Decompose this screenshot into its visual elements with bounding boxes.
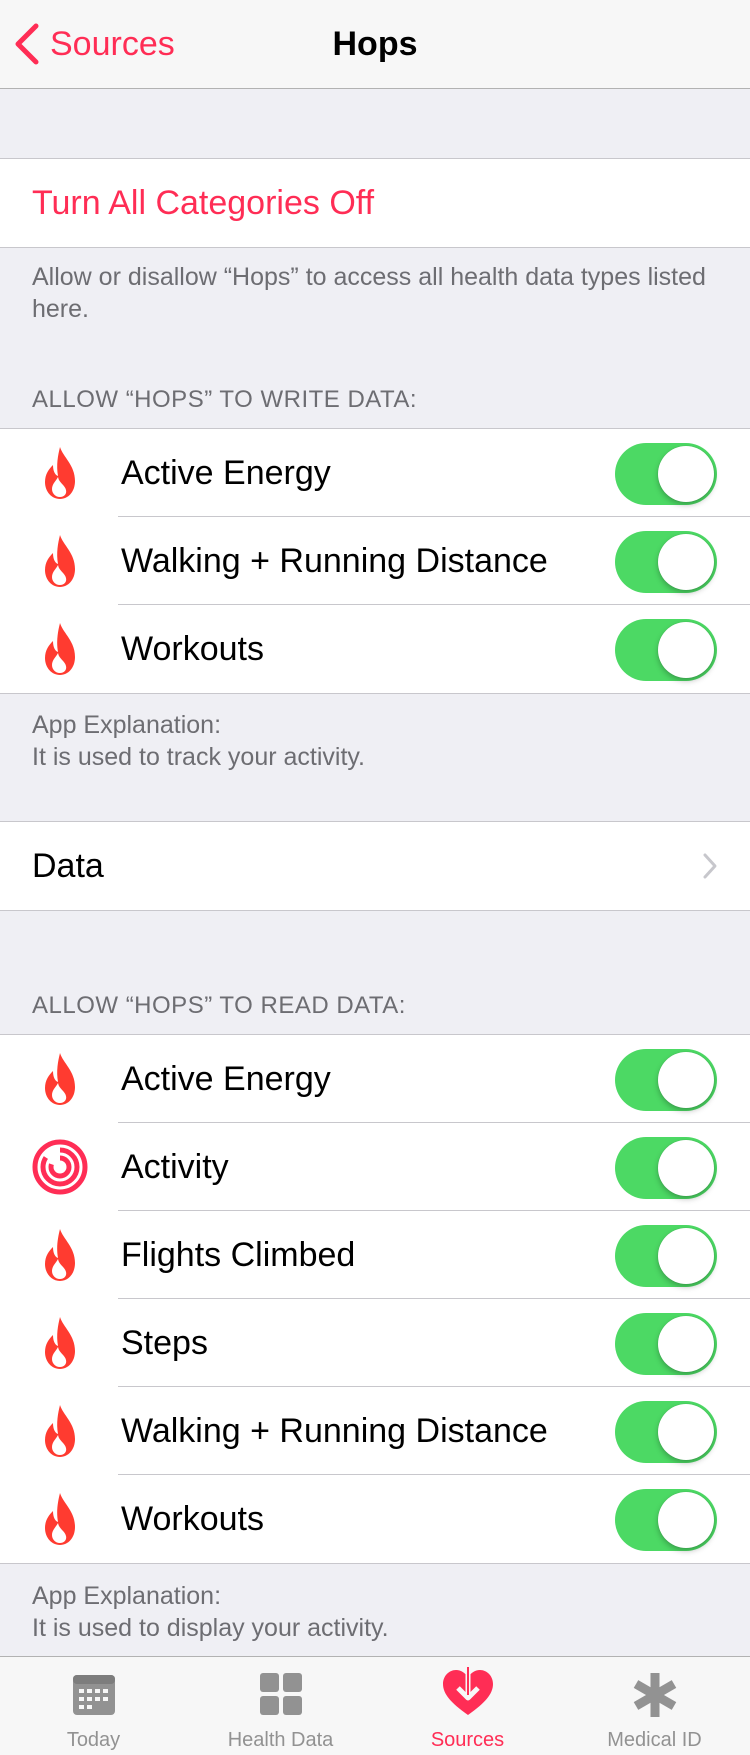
grid-icon bbox=[259, 1673, 302, 1715]
toggle-knob bbox=[658, 534, 714, 590]
write-footer-text: It is used to track your activity. bbox=[32, 743, 365, 771]
write-permission-row-label: Workouts bbox=[121, 630, 264, 668]
write-permission-toggle[interactable] bbox=[615, 619, 717, 681]
read-permission-toggle[interactable] bbox=[615, 1313, 717, 1375]
tab-bar: Today Health Data Sources Medical ID bbox=[0, 1656, 750, 1755]
write-permission-row: Workouts bbox=[0, 605, 750, 693]
tab-sources[interactable]: Sources bbox=[374, 1657, 561, 1755]
tab-sources-label: Sources bbox=[430, 1729, 505, 1751]
toggle-knob bbox=[658, 1404, 714, 1460]
page-title: Hops bbox=[332, 25, 418, 63]
write-section-header: ALLOW “HOPS” TO WRITE DATA: bbox=[32, 386, 418, 413]
asterisk-icon bbox=[633, 1673, 676, 1717]
write-permission-toggle[interactable] bbox=[615, 531, 717, 593]
turn-off-footer: Allow or disallow “Hops” to access all h… bbox=[32, 263, 706, 323]
toggle-knob bbox=[658, 1316, 714, 1372]
tab-health-data-label: Health Data bbox=[227, 1729, 334, 1751]
read-footer-title: App Explanation: bbox=[32, 1582, 222, 1610]
read-permission-row-label: Walking + Running Distance bbox=[121, 1412, 548, 1450]
toggle-knob bbox=[658, 1052, 714, 1108]
flame-icon bbox=[28, 443, 92, 503]
read-permission-toggle[interactable] bbox=[615, 1225, 717, 1287]
read-footer-text: It is used to display your activity. bbox=[32, 1614, 389, 1642]
toggle-knob bbox=[658, 1228, 714, 1284]
read-permission-row-label: Workouts bbox=[121, 1500, 264, 1538]
chevron-right-icon bbox=[703, 853, 717, 879]
tab-health-data[interactable]: Health Data bbox=[187, 1657, 374, 1755]
data-row[interactable]: Data bbox=[0, 822, 750, 910]
read-permissions-list: Active Energy Activity Flights Climbed Step… bbox=[0, 1034, 750, 1564]
write-permission-row: Walking + Running Distance bbox=[0, 517, 750, 605]
write-permission-row-label: Active Energy bbox=[121, 454, 331, 492]
write-permission-row-label: Walking + Running Distance bbox=[121, 542, 548, 580]
read-permission-row: Walking + Running Distance bbox=[0, 1387, 750, 1475]
flame-icon bbox=[28, 619, 92, 679]
toggle-knob bbox=[658, 446, 714, 502]
write-permission-toggle[interactable] bbox=[615, 443, 717, 505]
read-permission-row: Activity bbox=[0, 1123, 750, 1211]
write-permissions-list: Active Energy Walking + Running Distance W… bbox=[0, 428, 750, 694]
navigation-bar: Sources Hops bbox=[0, 0, 750, 89]
flame-icon bbox=[28, 1225, 92, 1285]
read-permission-row: Workouts bbox=[0, 1475, 750, 1563]
flame-icon bbox=[28, 1049, 92, 1109]
toggle-knob bbox=[658, 1492, 714, 1548]
activity-rings-icon bbox=[28, 1137, 92, 1197]
tab-today-label: Today bbox=[66, 1729, 121, 1751]
toggle-knob bbox=[658, 1140, 714, 1196]
data-group: Data bbox=[0, 821, 750, 911]
read-permission-row: Flights Climbed bbox=[0, 1211, 750, 1299]
read-permission-row: Active Energy bbox=[0, 1035, 750, 1123]
read-permission-toggle[interactable] bbox=[615, 1137, 717, 1199]
turn-all-off-label: Turn All Categories Off bbox=[32, 184, 375, 222]
flame-icon bbox=[28, 1401, 92, 1461]
tab-medical-id[interactable]: Medical ID bbox=[561, 1657, 748, 1755]
read-permission-toggle[interactable] bbox=[615, 1049, 717, 1111]
read-permission-row: Steps bbox=[0, 1299, 750, 1387]
tab-today[interactable]: Today bbox=[0, 1657, 187, 1755]
read-permission-row-label: Active Energy bbox=[121, 1060, 331, 1098]
write-permission-row: Active Energy bbox=[0, 429, 750, 517]
read-permission-toggle[interactable] bbox=[615, 1401, 717, 1463]
read-permission-toggle[interactable] bbox=[615, 1489, 717, 1551]
toggle-knob bbox=[658, 622, 714, 678]
flame-icon bbox=[28, 1313, 92, 1373]
turn-all-off-button[interactable]: Turn All Categories Off bbox=[0, 159, 750, 247]
tab-medical-id-label: Medical ID bbox=[607, 1729, 702, 1751]
read-permission-row-label: Steps bbox=[121, 1324, 208, 1362]
read-section-header: ALLOW “HOPS” TO READ DATA: bbox=[32, 992, 406, 1019]
read-permission-row-label: Flights Climbed bbox=[121, 1236, 356, 1274]
calendar-icon bbox=[72, 1675, 115, 1715]
write-footer-title: App Explanation: bbox=[32, 711, 222, 739]
read-permission-row-label: Activity bbox=[121, 1148, 229, 1186]
heart-download-icon bbox=[442, 1667, 493, 1715]
flame-icon bbox=[28, 531, 92, 591]
data-row-label: Data bbox=[32, 847, 104, 885]
flame-icon bbox=[28, 1489, 92, 1549]
turn-off-group: Turn All Categories Off bbox=[0, 158, 750, 248]
